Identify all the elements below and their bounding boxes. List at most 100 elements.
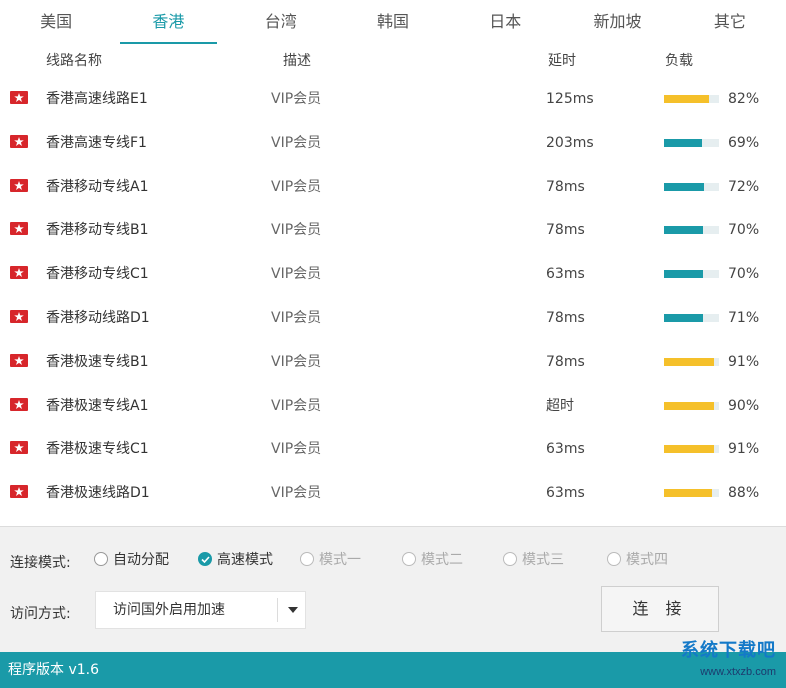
route-latency: 63ms xyxy=(546,266,585,283)
load-percent: 91% xyxy=(728,441,760,458)
connect-mode-option[interactable]: 模式二 xyxy=(402,549,463,569)
connect-button[interactable]: 连 接 xyxy=(601,586,719,632)
tab-other[interactable]: 其它 xyxy=(674,0,786,44)
load-bar xyxy=(664,270,719,279)
route-desc: VIP会员 xyxy=(271,91,322,107)
connect-mode-option[interactable]: 模式四 xyxy=(607,549,668,569)
radio-unchecked-icon[interactable] xyxy=(503,552,517,566)
radio-unchecked-icon[interactable] xyxy=(402,552,416,566)
tab-singapore[interactable]: 新加坡 xyxy=(561,0,673,44)
app-window: 美国 香港 台湾 韩国 日本 新加坡 其它 线路名称 描述 延时 负载 香港高速… xyxy=(0,0,786,688)
load-percent: 70% xyxy=(728,222,760,239)
tab-taiwan[interactable]: 台湾 xyxy=(225,0,337,44)
route-row[interactable]: 香港极速专线B1 VIP会员 78ms 91% xyxy=(0,341,786,385)
route-latency: 63ms xyxy=(546,485,585,502)
load-bar-fill xyxy=(664,138,702,147)
hongkong-flag-icon xyxy=(10,485,28,499)
route-name: 香港移动专线C1 xyxy=(46,266,149,283)
route-latency: 125ms xyxy=(546,91,594,107)
route-desc: VIP会员 xyxy=(271,222,322,239)
connect-mode-option-label: 高速模式 xyxy=(217,552,273,568)
load-bar-fill xyxy=(664,270,703,279)
column-header-latency: 延时 xyxy=(548,53,576,69)
control-panel: 连接模式: 自动分配 高速模式 模式一 模式二 模式三 模式四 访问方式: 访问国外启用加… xyxy=(0,526,786,653)
route-desc: VIP会员 xyxy=(271,485,322,502)
hongkong-flag-icon xyxy=(10,397,28,411)
route-row[interactable]: 香港极速专线A1 VIP会员 超时 90% xyxy=(0,385,786,429)
connect-mode-option-label: 模式一 xyxy=(319,552,361,568)
access-mode-value: 访问国外启用加速 xyxy=(113,602,225,618)
column-header-load: 负载 xyxy=(665,53,693,69)
tab-japan[interactable]: 日本 xyxy=(449,0,561,44)
route-row[interactable]: 香港高速线路E1 VIP会员 125ms 82% xyxy=(0,78,786,122)
load-bar xyxy=(664,401,719,410)
column-header-name: 线路名称 xyxy=(46,53,102,69)
load-bar xyxy=(664,226,719,235)
connect-mode-option-label: 模式四 xyxy=(626,552,668,568)
load-bar-fill xyxy=(664,182,704,191)
connect-mode-option-label: 模式二 xyxy=(421,552,463,568)
radio-checked-icon[interactable] xyxy=(198,552,212,566)
load-bar-fill xyxy=(664,95,710,103)
caret-down-icon[interactable] xyxy=(288,607,298,613)
route-name: 香港移动专线A1 xyxy=(46,178,149,195)
route-row[interactable]: 香港移动专线A1 VIP会员 78ms 72% xyxy=(0,166,786,210)
connect-mode-option[interactable]: 模式一 xyxy=(300,549,361,569)
load-percent: 82% xyxy=(728,91,760,107)
route-row[interactable]: 香港移动专线C1 VIP会员 63ms 70% xyxy=(0,253,786,297)
load-bar xyxy=(664,138,719,147)
connect-mode-option[interactable]: 高速模式 xyxy=(198,549,273,569)
route-list: 线路名称 描述 延时 负载 香港高速线路E1 VIP会员 125ms 82% 香港高速专… xyxy=(0,44,786,526)
route-latency: 78ms xyxy=(546,310,585,326)
connect-mode-option-label: 模式三 xyxy=(522,552,564,568)
load-bar xyxy=(664,182,719,191)
route-desc: VIP会员 xyxy=(271,266,322,283)
route-row[interactable]: 香港极速专线C1 VIP会员 63ms 91% xyxy=(0,428,786,472)
route-latency: 78ms xyxy=(546,178,585,195)
access-mode-select[interactable]: 访问国外启用加速 xyxy=(95,591,306,629)
load-bar xyxy=(664,489,719,498)
route-desc: VIP会员 xyxy=(271,353,322,370)
load-bar-fill xyxy=(664,314,704,322)
route-desc: VIP会员 xyxy=(271,178,322,195)
hongkong-flag-icon xyxy=(10,441,28,455)
route-latency: 78ms xyxy=(546,353,585,370)
hongkong-flag-icon xyxy=(10,266,28,280)
load-percent: 88% xyxy=(728,485,760,502)
load-bar-fill xyxy=(664,401,714,410)
route-row[interactable]: 香港移动线路D1 VIP会员 78ms 71% xyxy=(0,297,786,341)
connect-mode-option[interactable]: 模式三 xyxy=(503,549,564,569)
hongkong-flag-icon xyxy=(10,134,28,148)
tab-korea[interactable]: 韩国 xyxy=(337,0,449,44)
connect-mode-option[interactable]: 自动分配 xyxy=(94,549,169,569)
hongkong-flag-icon xyxy=(10,222,28,236)
route-name: 香港高速专线F1 xyxy=(46,134,147,151)
load-percent: 90% xyxy=(728,397,760,414)
hongkong-flag-icon xyxy=(10,91,28,104)
load-percent: 71% xyxy=(728,310,760,326)
route-name: 香港极速线路D1 xyxy=(46,485,150,502)
route-desc: VIP会员 xyxy=(271,134,322,151)
route-name: 香港极速专线A1 xyxy=(46,397,149,414)
route-row[interactable]: 香港极速线路D1 VIP会员 63ms 88% xyxy=(0,472,786,516)
route-row[interactable]: 香港高速专线F1 VIP会员 203ms 69% xyxy=(0,122,786,166)
load-percent: 91% xyxy=(728,353,760,370)
route-latency: 78ms xyxy=(546,222,585,239)
route-latency: 203ms xyxy=(546,134,594,151)
radio-unchecked-icon[interactable] xyxy=(94,552,108,566)
load-bar xyxy=(664,357,719,366)
route-latency: 超时 xyxy=(546,397,574,414)
connect-mode-label: 连接模式: xyxy=(10,555,71,571)
route-name: 香港极速专线B1 xyxy=(46,353,149,370)
tab-hongkong[interactable]: 香港 xyxy=(112,0,224,44)
route-desc: VIP会员 xyxy=(271,397,322,414)
load-bar-fill xyxy=(664,226,703,235)
radio-unchecked-icon[interactable] xyxy=(300,552,314,566)
watermark-title: 系统下载吧 xyxy=(681,640,776,661)
tab-usa[interactable]: 美国 xyxy=(0,0,112,44)
route-row[interactable]: 香港移动专线B1 VIP会员 78ms 70% xyxy=(0,209,786,253)
hongkong-flag-icon xyxy=(10,353,28,367)
radio-unchecked-icon[interactable] xyxy=(607,552,621,566)
route-name: 香港移动线路D1 xyxy=(46,310,150,326)
region-tabs: 美国 香港 台湾 韩国 日本 新加坡 其它 xyxy=(0,0,786,44)
